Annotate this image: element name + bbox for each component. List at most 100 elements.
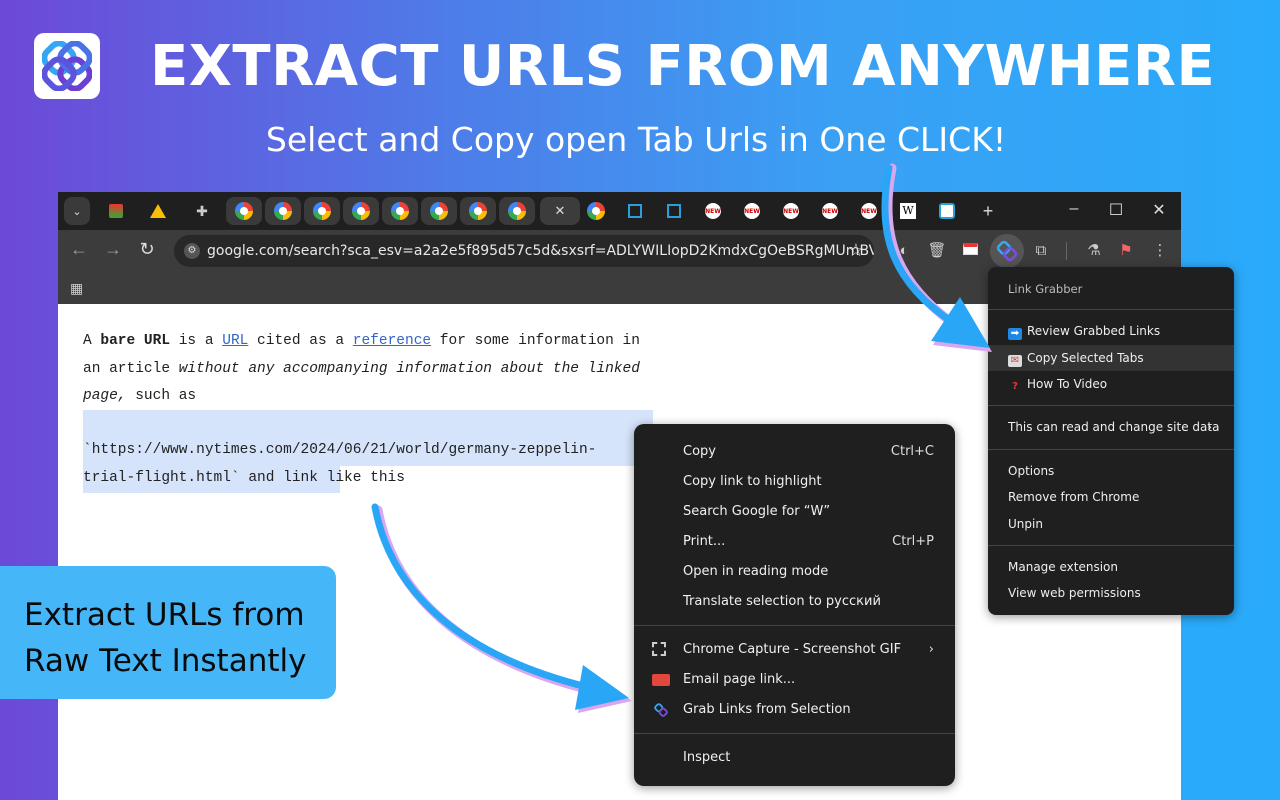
puzzle-icon[interactable]: ⧉ — [1030, 240, 1052, 262]
reload-icon[interactable]: ↻ — [135, 239, 159, 260]
minimize-button[interactable]: – — [1064, 200, 1084, 218]
tab-google[interactable] — [421, 197, 457, 225]
app-logo — [34, 33, 100, 99]
menu-label: Translate selection to русский — [683, 594, 881, 609]
menu-item-chrome-capture[interactable]: Chrome Capture - Screenshot GIF › — [634, 635, 955, 665]
text-span: cited as a — [248, 333, 353, 349]
extension-icon[interactable]: ◐ — [893, 240, 915, 262]
headline: EXTRACT URLS FROM ANYWHERE — [150, 34, 1216, 99]
callout-line: Raw Text Instantly — [24, 643, 307, 679]
popup-item-manage[interactable]: Manage extension — [988, 554, 1234, 580]
menu-item-copy[interactable]: Copy Ctrl+C — [634, 437, 955, 467]
google-icon — [469, 202, 487, 220]
tab-site[interactable] — [617, 197, 653, 225]
tab-google[interactable] — [382, 197, 418, 225]
flask-icon[interactable]: ⚗ — [1083, 240, 1105, 262]
tab-site[interactable] — [656, 197, 692, 225]
reference-link[interactable]: reference — [353, 333, 431, 349]
stamp-icon[interactable]: ⚑ — [1115, 240, 1137, 262]
toolbar-divider — [1066, 242, 1067, 260]
menu-item-search-google[interactable]: Search Google for “W” — [634, 497, 955, 527]
menu-label: Inspect — [683, 750, 731, 765]
tab-nyt[interactable]: NEW — [851, 197, 887, 225]
menu-label: Grab Links from Selection — [683, 702, 851, 717]
popup-item-review[interactable]: ➡ Review Grabbed Links — [988, 318, 1234, 344]
tab-nyt[interactable]: NEW — [734, 197, 770, 225]
menu-item-grab-links[interactable]: Grab Links from Selection — [634, 695, 955, 725]
tab-google[interactable] — [460, 197, 496, 225]
tab-site[interactable] — [929, 197, 965, 225]
tab-search-button[interactable]: ⌄ — [64, 197, 90, 225]
popup-label: Remove from Chrome — [1008, 490, 1140, 504]
browser-toolbar: ← → ↻ ⚙ google.com/search?sca_esv=a2a2e5… — [58, 230, 1181, 272]
popup-item-permissions[interactable]: View web permissions — [988, 580, 1234, 606]
popup-item-how-to[interactable]: ? How To Video — [988, 371, 1234, 397]
envelope-icon: ✉ — [1008, 355, 1022, 367]
menu-label: Print... — [683, 534, 726, 549]
menu-item-email-link[interactable]: Email page link... — [634, 665, 955, 695]
popup-item-remove[interactable]: Remove from Chrome — [988, 484, 1234, 510]
address-bar[interactable]: ⚙ google.com/search?sca_esv=a2a2e5f895d5… — [174, 235, 874, 267]
url-link[interactable]: URL — [222, 333, 248, 349]
tab-pinned-extensions[interactable]: ✚ — [184, 197, 220, 225]
google-icon — [430, 202, 448, 220]
new-tab-button[interactable]: + — [970, 197, 1006, 225]
popup-divider — [988, 309, 1234, 310]
tab-pinned-1[interactable] — [98, 197, 134, 225]
back-arrow-icon[interactable]: ← — [67, 239, 91, 260]
popup-divider — [988, 449, 1234, 450]
popup-label: Options — [1008, 464, 1055, 478]
maximize-button[interactable]: ☐ — [1106, 200, 1126, 220]
tab-google[interactable] — [578, 197, 614, 225]
tab-nyt[interactable]: NEW — [695, 197, 731, 225]
menu-item-reading-mode[interactable]: Open in reading mode — [634, 557, 955, 587]
google-icon — [587, 202, 605, 220]
selected-url-text[interactable]: `https://www.nytimes.com/2024/06/21/worl… — [83, 437, 643, 492]
article-paragraph: A bare URL is a URL cited as a reference… — [83, 328, 663, 411]
popup-item-options[interactable]: Options — [988, 458, 1234, 484]
tab-nyt[interactable]: NEW — [812, 197, 848, 225]
forward-arrow-icon[interactable]: → — [101, 239, 125, 260]
question-icon: ? — [1012, 381, 1018, 392]
text-span: is a — [170, 333, 223, 349]
tab-google[interactable] — [265, 197, 301, 225]
close-window-button[interactable]: ✕ — [1149, 200, 1169, 220]
popup-label: Copy Selected Tabs — [1027, 351, 1144, 365]
tab-google[interactable] — [304, 197, 340, 225]
bookmark-star-icon[interactable]: ☆ — [848, 235, 864, 267]
close-icon[interactable]: ✕ — [555, 203, 566, 219]
tab-strip: ⌄ ✚ ✕ NEW NEW NEW NEW NEW W + – ☐ ✕ — [58, 192, 1181, 230]
popup-item-site-data[interactable]: This can read and change site data › — [988, 414, 1234, 440]
email-icon — [652, 674, 670, 686]
tab-wikipedia[interactable]: W — [890, 197, 926, 225]
tab-google[interactable] — [499, 197, 535, 225]
trash-icon[interactable]: 🗑 — [926, 240, 948, 262]
feature-callout: Extract URLs from Raw Text Instantly — [0, 566, 336, 699]
menu-item-translate[interactable]: Translate selection to русский — [634, 587, 955, 617]
link-grabber-extension-button[interactable] — [990, 234, 1024, 268]
menu-item-inspect[interactable]: Inspect — [634, 743, 955, 773]
menu-label: Email page link... — [683, 672, 796, 687]
window-icon[interactable] — [959, 240, 981, 262]
tab-google[interactable] — [343, 197, 379, 225]
menu-item-print[interactable]: Print... Ctrl+P — [634, 527, 955, 557]
popup-item-unpin[interactable]: Unpin — [988, 511, 1234, 537]
tab-google[interactable] — [226, 197, 262, 225]
subheadline: Select and Copy open Tab Urls in One CLI… — [265, 120, 1007, 159]
tab-pinned-drive[interactable] — [140, 197, 176, 225]
popup-divider — [988, 545, 1234, 546]
google-icon — [274, 202, 292, 220]
plus-icon: + — [982, 200, 994, 221]
site-settings-icon[interactable]: ⚙ — [184, 243, 200, 259]
popup-item-copy-tabs[interactable]: ✉ Copy Selected Tabs — [988, 345, 1234, 371]
tab-active[interactable]: ✕ — [540, 197, 580, 225]
menu-item-copy-link-highlight[interactable]: Copy link to highlight — [634, 467, 955, 497]
text-span: A — [83, 333, 101, 349]
address-text: google.com/search?sca_esv=a2a2e5f895d57c… — [207, 243, 874, 259]
menu-kebab-icon[interactable]: ⋮ — [1149, 240, 1171, 262]
text-selection — [83, 410, 653, 438]
popup-title: Link Grabber — [1008, 282, 1083, 296]
tab-nyt[interactable]: NEW — [773, 197, 809, 225]
apps-grid-icon[interactable]: ▦ — [70, 280, 83, 297]
crop-icon — [652, 642, 666, 656]
